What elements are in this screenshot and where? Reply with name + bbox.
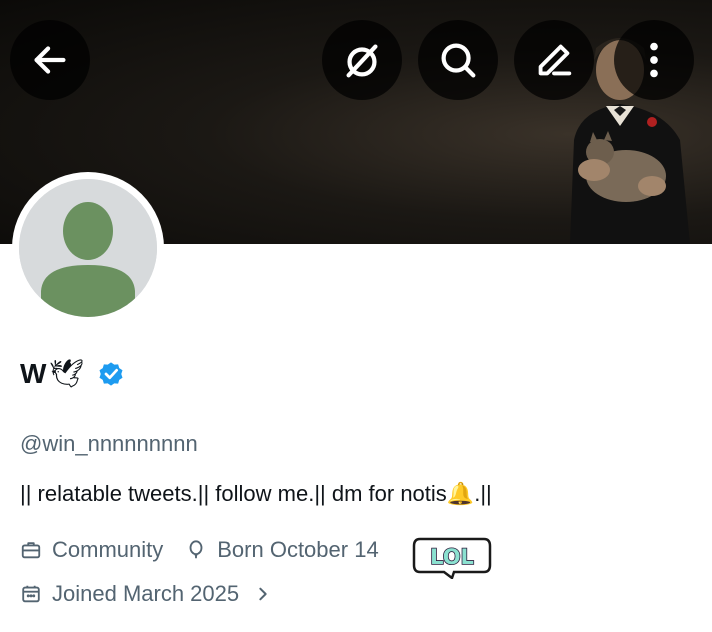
birthday-label: Born October 14: [217, 537, 379, 562]
birthday-item: Born October 14: [185, 537, 379, 563]
pen-icon: [538, 44, 572, 76]
joined-label: Joined March 2025: [52, 581, 240, 606]
category-label: Community: [52, 537, 164, 562]
user-handle: @win_nnnnnnnnn: [20, 431, 198, 456]
back-button[interactable]: [10, 20, 90, 100]
lol-sticker: LOL: [410, 533, 494, 581]
more-vertical-icon: [650, 42, 658, 78]
balloon-icon: [189, 540, 203, 559]
profile-bio: || relatable tweets.|| follow me.|| dm f…: [20, 481, 492, 507]
bio-end: .||: [474, 481, 492, 506]
briefcase-icon: [21, 542, 41, 559]
display-name-row: W 🕊: [20, 357, 126, 390]
display-name: W: [20, 357, 47, 389]
profile-avatar[interactable]: [12, 172, 164, 324]
arrow-left-icon: [34, 46, 66, 74]
calendar-icon: [22, 585, 40, 603]
bell-emoji: 🔔: [446, 481, 475, 506]
sticker-text: LOL: [430, 545, 474, 569]
bio-text: || relatable tweets.|| follow me.|| dm f…: [20, 481, 447, 506]
profile-meta-row: Community Born October 14: [20, 537, 379, 563]
verified-badge-icon[interactable]: [96, 359, 126, 389]
joined-row[interactable]: Joined March 2025: [20, 581, 271, 607]
lol-sticker-graphic: LOL: [412, 537, 492, 581]
edit-button[interactable]: [514, 20, 594, 100]
dove-emoji: 🕊: [48, 357, 85, 390]
search-icon: [441, 43, 476, 78]
search-button[interactable]: [418, 20, 498, 100]
default-avatar-icon: [19, 179, 157, 317]
category-item: Community: [20, 537, 163, 563]
more-options-button[interactable]: [614, 20, 694, 100]
grok-button[interactable]: [322, 20, 402, 100]
profile-page: W 🕊 @win_nnnnnnnnn || relatable tweets.|…: [0, 0, 712, 632]
slash-circle-icon: [346, 44, 378, 78]
chevron-right-icon: [259, 587, 267, 601]
